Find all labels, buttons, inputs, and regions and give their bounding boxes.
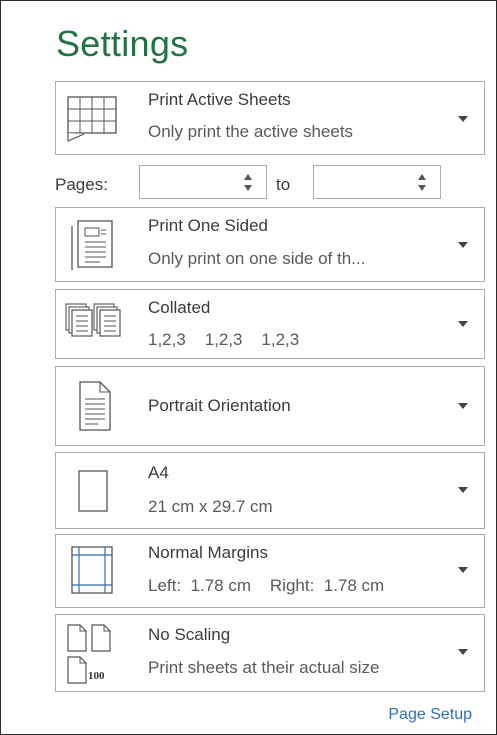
one-sided-page-icon — [64, 218, 120, 272]
scaling-label: No Scaling — [148, 625, 231, 644]
sheets-grid-icon — [64, 94, 120, 144]
chevron-down-icon — [458, 487, 468, 493]
pages-from-spinner[interactable] — [139, 165, 267, 199]
scaling-dropdown[interactable]: 100 No Scaling Print sheets at their act… — [55, 614, 485, 692]
spin-up-icon[interactable] — [244, 174, 252, 180]
spin-down-icon[interactable] — [244, 185, 252, 191]
print-what-dropdown[interactable]: Print Active Sheets Only print the activ… — [55, 81, 485, 155]
paper-size-label: A4 — [148, 463, 169, 482]
paper-size-icon — [64, 463, 120, 517]
spin-up-icon[interactable] — [418, 174, 426, 180]
portrait-page-icon — [64, 379, 120, 433]
margins-dropdown[interactable]: Normal Margins Left: 1.78 cm Right: 1.78… — [55, 534, 485, 608]
sides-label: Print One Sided — [148, 216, 269, 235]
page-setup-link[interactable]: Page Setup — [388, 706, 472, 724]
chevron-down-icon — [458, 242, 468, 248]
collation-label: Collated — [148, 298, 211, 317]
chevron-down-icon — [458, 116, 468, 122]
collation-description: 1,2,3 1,2,3 1,2,3 — [148, 330, 300, 349]
pages-to-spinner[interactable] — [313, 165, 441, 199]
scaling-icon-text: 100 — [88, 670, 105, 682]
chevron-down-icon — [458, 649, 468, 655]
margins-icon — [64, 544, 120, 598]
settings-heading: Settings — [56, 23, 189, 64]
scaling-icon: 100 — [64, 621, 124, 685]
pages-label: Pages: — [55, 175, 108, 194]
collation-dropdown[interactable]: Collated 1,2,3 1,2,3 1,2,3 — [55, 289, 485, 359]
margins-label: Normal Margins — [148, 543, 268, 562]
pages-to-label: to — [276, 175, 291, 194]
scaling-description: Print sheets at their actual size — [148, 658, 380, 677]
print-settings-panel: Settings Print Active Sheets Only print … — [0, 0, 497, 735]
print-what-description: Only print the active sheets — [148, 122, 354, 141]
chevron-down-icon — [458, 567, 468, 573]
print-what-label: Print Active Sheets — [148, 90, 291, 109]
spin-down-icon[interactable] — [418, 185, 426, 191]
chevron-down-icon — [458, 403, 468, 409]
orientation-dropdown[interactable]: Portrait Orientation — [55, 366, 485, 446]
margins-description: Left: 1.78 cm Right: 1.78 cm — [148, 576, 385, 595]
sides-description: Only print on one side of th... — [148, 249, 366, 268]
orientation-label: Portrait Orientation — [148, 396, 291, 415]
paper-size-description: 21 cm x 29.7 cm — [148, 497, 273, 516]
chevron-down-icon — [458, 321, 468, 327]
collated-pages-icon — [64, 300, 124, 344]
sides-dropdown[interactable]: Print One Sided Only print on one side o… — [55, 207, 485, 282]
paper-size-dropdown[interactable]: A4 21 cm x 29.7 cm — [55, 452, 485, 529]
